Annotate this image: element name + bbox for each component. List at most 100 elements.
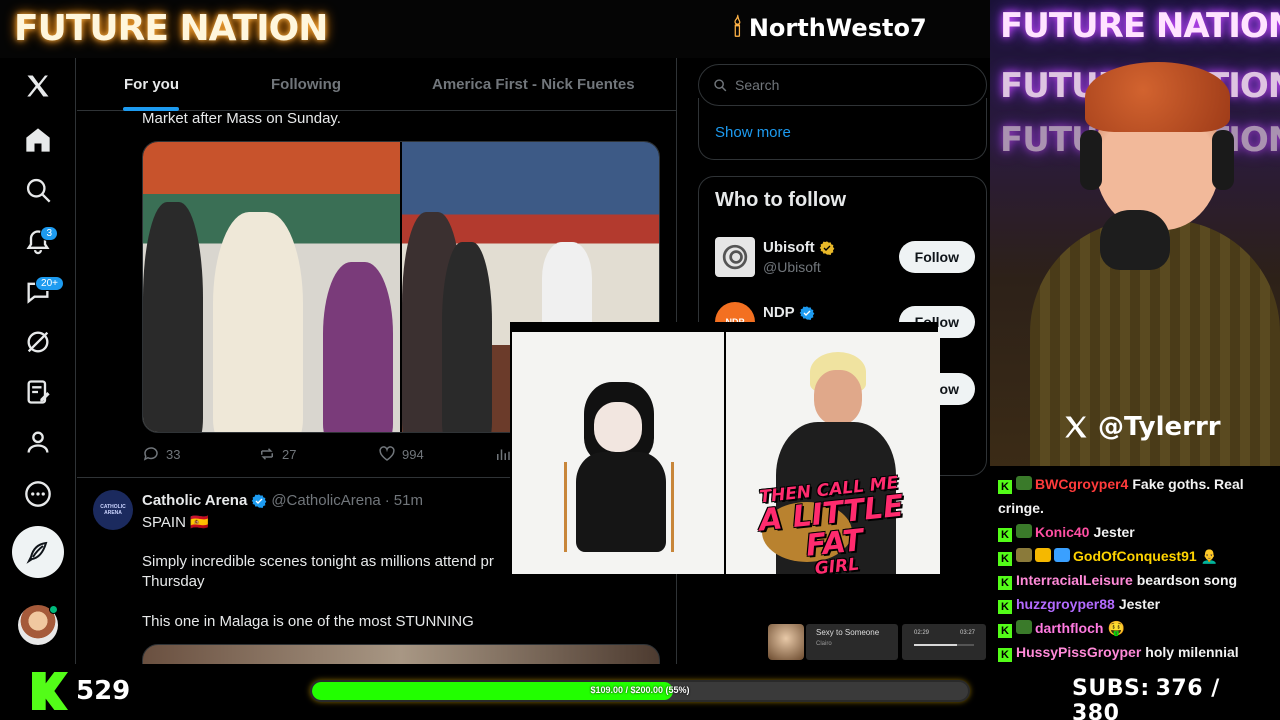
track-title: Sexy to Someone: [816, 628, 880, 637]
cam-handle-text: @Tylerrr: [1098, 412, 1221, 442]
chat-username[interactable]: BWCgroyper4: [1035, 476, 1128, 492]
post-media-2[interactable]: [142, 644, 660, 664]
chat-text: holy milennial: [1145, 644, 1239, 660]
chat-text: Jester: [1118, 596, 1161, 612]
feather-icon: [26, 541, 48, 564]
chat-message: K Konic40 Jester: [998, 520, 1272, 544]
post-author-row: Catholic Arena @CatholicArena · 51m: [142, 492, 423, 509]
gold-verified-icon: [819, 240, 835, 255]
chat-username[interactable]: huzzgroyper88: [1016, 596, 1115, 612]
kick-logo-icon: [32, 672, 68, 710]
track-progress-bar: [914, 644, 974, 646]
viewer-count: 529: [76, 676, 131, 706]
top-handle-text: NorthWesto7: [748, 14, 927, 42]
tab-for-you[interactable]: For you: [124, 76, 179, 93]
album-art: [768, 624, 804, 660]
chat-username[interactable]: GodOfConquest91: [1073, 548, 1197, 564]
search-placeholder: Search: [735, 77, 780, 93]
chat-panel: K BWCgroyper4 Fake goths. Real cringe. K Ko…: [990, 466, 1280, 664]
video-caption: THEN CALL ME A LITTLE FAT GIRL: [734, 472, 933, 574]
more-icon[interactable]: [16, 472, 60, 516]
post-line-3: Thursday: [142, 573, 205, 590]
chat-username[interactable]: HussyPissGroyper: [1016, 644, 1141, 660]
crown-icon: [1035, 548, 1051, 562]
kick-badge-icon: K: [998, 552, 1012, 566]
video-overlay[interactable]: THEN CALL ME A LITTLE FAT GIRL: [510, 322, 940, 574]
post-line-4: This one in Malaga is one of the most ST…: [142, 613, 474, 630]
cam-neon-sign: FUTURE NATION: [1000, 6, 1280, 46]
user-badge-icon: [1016, 524, 1032, 538]
figure: [442, 242, 492, 432]
chat-username[interactable]: Konic40: [1035, 524, 1089, 540]
now-playing-widget: Sexy to Someone Clairo 02:29 03:27: [768, 624, 986, 660]
webcam: FUTURE NATION FUTURE NATION FUTURE NATIO…: [990, 0, 1280, 466]
active-tab-indicator: [123, 107, 179, 111]
verified-badge-icon: [799, 305, 815, 320]
follow-suggestion[interactable]: Ubisoft @Ubisoft Follow: [715, 237, 975, 279]
chat-text: 👨‍🦲: [1200, 548, 1219, 564]
like-count: 994: [402, 446, 424, 462]
account-avatar[interactable]: [18, 605, 58, 645]
post-actions: 33 27 994: [142, 445, 562, 465]
kick-badge-icon: K: [998, 648, 1012, 662]
track-progress-fill: [914, 644, 958, 646]
account-name: NDP: [763, 304, 795, 321]
search-icon: [714, 79, 727, 92]
video-panel-left: [512, 332, 724, 574]
chat-username[interactable]: darthfloch: [1035, 620, 1103, 636]
repost-button[interactable]: 27: [258, 445, 296, 463]
flame-icon: 🕯: [734, 14, 741, 42]
chat-text: Jester: [1093, 524, 1135, 540]
post-photo-1[interactable]: [143, 142, 400, 432]
post-author-handle[interactable]: @CatholicArena: [271, 492, 380, 509]
post-author-name[interactable]: Catholic Arena: [142, 492, 247, 509]
reply-count: 33: [166, 446, 181, 462]
chat-username[interactable]: InterracialLeisure: [1016, 572, 1133, 588]
compose-post-button[interactable]: [12, 526, 64, 578]
lists-icon[interactable]: [16, 370, 60, 414]
figure-face: [594, 402, 642, 452]
left-nav: 3 20+: [0, 58, 76, 664]
tab-america-first[interactable]: America First - Nick Fuentes: [432, 76, 635, 93]
tab-following[interactable]: Following: [271, 76, 341, 93]
feed-tabs: For you Following America First - Nick F…: [77, 58, 676, 111]
post-sep: ·: [384, 492, 390, 509]
repost-count: 27: [282, 446, 297, 462]
user-badge-icon: [1016, 476, 1032, 490]
post-line-2: Simply incredible scenes tonight as mill…: [142, 553, 494, 570]
messages-icon[interactable]: 20+: [16, 270, 64, 314]
cam-handle: @Tylerrr: [1062, 412, 1221, 442]
reply-button[interactable]: 33: [142, 445, 180, 463]
home-icon[interactable]: [16, 118, 60, 162]
figure: [213, 212, 303, 432]
video-panel-right: THEN CALL ME A LITTLE FAT GIRL: [726, 332, 940, 574]
post-time[interactable]: 51m: [394, 492, 423, 509]
heart-icon: [379, 446, 395, 461]
follow-button[interactable]: Follow: [898, 241, 975, 273]
trends-box: Show more: [698, 98, 987, 160]
like-button[interactable]: 994: [378, 445, 424, 463]
show-more-link[interactable]: Show more: [715, 124, 791, 141]
streamer-hair: [1085, 62, 1230, 132]
subs-label: SUBS:: [1072, 676, 1150, 701]
chair: [564, 462, 674, 552]
grok-icon[interactable]: [16, 320, 60, 364]
messages-badge: 20+: [35, 276, 64, 291]
x-logo-icon[interactable]: [16, 64, 60, 108]
chat-message: K GodOfConquest91 👨‍🦲: [998, 544, 1272, 568]
post-text-tail: Market after Mass on Sunday.: [142, 110, 341, 127]
stream-top-strip: FUTURE NATION 🕯 NorthWesto7: [0, 0, 990, 58]
notifications-icon[interactable]: 3: [16, 220, 60, 264]
user-badge-icon: [1016, 620, 1032, 634]
account-name: Ubisoft: [763, 239, 815, 256]
reply-icon: [143, 447, 158, 461]
brand-title: FUTURE NATION: [14, 8, 328, 49]
profile-icon[interactable]: [16, 420, 60, 464]
chat-message: K InterracialLeisure beardson song: [998, 568, 1272, 592]
chat-message: K HussyPissGroyper holy milennial: [998, 640, 1272, 664]
chat-message: Khuzzgroyper88 Jester: [998, 592, 1272, 616]
kick-badge-icon: K: [998, 624, 1012, 638]
catholic-arena-avatar[interactable]: CATHOLIC ARENA: [93, 490, 133, 530]
microphone: [1100, 210, 1170, 270]
search-icon[interactable]: [16, 168, 60, 212]
